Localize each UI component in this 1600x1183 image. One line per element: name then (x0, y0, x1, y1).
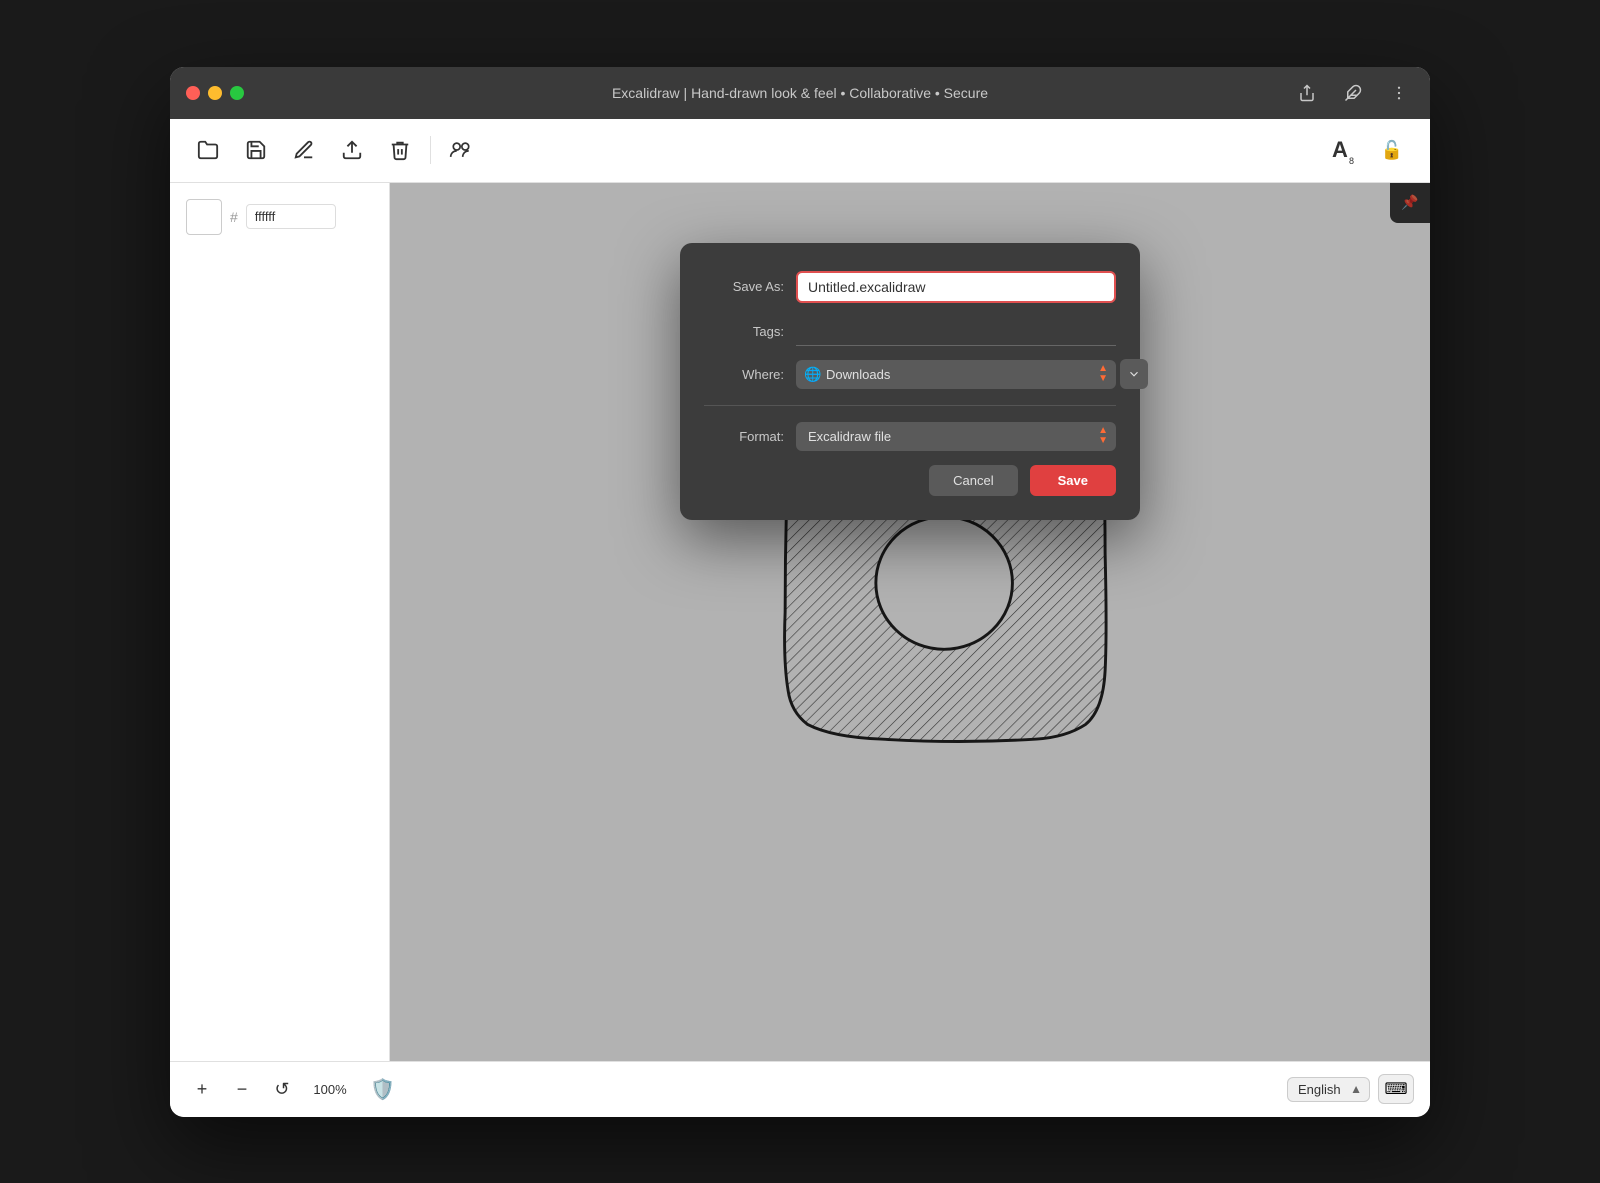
bottom-bar: + − ↺ 100% 🛡️ English ▲ ⌨ (170, 1061, 1430, 1117)
edit-button[interactable] (282, 128, 326, 172)
hash-label: # (230, 209, 238, 225)
cancel-button[interactable]: Cancel (929, 465, 1017, 496)
color-row: # ffffff (186, 199, 373, 235)
collaborate-button[interactable] (439, 128, 483, 172)
traffic-lights (186, 86, 244, 100)
reset-zoom-button[interactable]: ↺ (266, 1073, 298, 1105)
save-as-label: Save As: (704, 279, 784, 294)
more-options-icon[interactable] (1384, 78, 1414, 108)
delete-button[interactable] (378, 128, 422, 172)
keyboard-icon[interactable]: ⌨ (1378, 1074, 1414, 1104)
save-dialog-overlay: Save As: Tags: Where: 🌐 (390, 183, 1430, 1061)
toolbar-separator (430, 136, 431, 164)
text-tool-button[interactable]: A 8 (1318, 128, 1362, 172)
lock-button[interactable]: 🔓 (1370, 128, 1414, 172)
where-row: Where: 🌐 Downloads ▲ ▼ (704, 360, 1116, 389)
where-label: Where: (704, 367, 784, 382)
format-select[interactable]: Excalidraw file (796, 422, 1116, 451)
toolbar: A 8 🔓 (170, 119, 1430, 183)
color-swatch[interactable] (186, 199, 222, 235)
format-select-wrapper: Excalidraw file ▲ ▼ (796, 422, 1116, 451)
format-row: Format: Excalidraw file ▲ ▼ (704, 422, 1116, 451)
puzzle-icon[interactable] (1338, 78, 1368, 108)
title-bar: Excalidraw | Hand-drawn look & feel • Co… (170, 67, 1430, 119)
app-content: A 8 🔓 # ffffff 📌 (170, 119, 1430, 1117)
close-button[interactable] (186, 86, 200, 100)
shield-icon: 🛡️ (370, 1077, 395, 1102)
tags-input[interactable] (796, 317, 1116, 346)
zoom-out-button[interactable]: − (226, 1073, 258, 1105)
tags-label: Tags: (704, 324, 784, 339)
expand-button[interactable] (1120, 359, 1148, 389)
where-select-wrapper: 🌐 Downloads ▲ ▼ (796, 360, 1116, 389)
tags-row: Tags: (704, 317, 1116, 346)
maximize-button[interactable] (230, 86, 244, 100)
language-wrapper: English ▲ (1287, 1077, 1370, 1102)
color-input[interactable]: ffffff (246, 204, 336, 229)
export-button[interactable] (330, 128, 374, 172)
bottom-right: English ▲ ⌨ (1287, 1074, 1414, 1104)
left-panel: # ffffff (170, 183, 390, 1061)
save-dialog-button[interactable]: Save (1030, 465, 1116, 496)
save-as-input[interactable] (796, 271, 1116, 303)
share-icon[interactable] (1292, 78, 1322, 108)
canvas-area[interactable]: 📌 (390, 183, 1430, 1061)
language-select[interactable]: English (1287, 1077, 1370, 1102)
app-window: Excalidraw | Hand-drawn look & feel • Co… (170, 67, 1430, 1117)
dialog-buttons: Cancel Save (704, 465, 1116, 496)
zoom-controls: + − ↺ 100% 🛡️ (186, 1073, 395, 1105)
save-as-row: Save As: (704, 271, 1116, 303)
workspace: # ffffff 📌 (170, 183, 1430, 1061)
save-button[interactable] (234, 128, 278, 172)
format-label: Format: (704, 429, 784, 444)
dialog-divider (704, 405, 1116, 406)
zoom-level: 100% (306, 1082, 354, 1097)
zoom-in-button[interactable]: + (186, 1073, 218, 1105)
save-dialog: Save As: Tags: Where: 🌐 (680, 243, 1140, 520)
toolbar-right: A 8 🔓 (1318, 128, 1414, 172)
where-select[interactable]: Downloads (796, 360, 1116, 389)
minimize-button[interactable] (208, 86, 222, 100)
window-title: Excalidraw | Hand-drawn look & feel • Co… (612, 85, 988, 101)
title-bar-actions (1292, 78, 1414, 108)
open-folder-button[interactable] (186, 128, 230, 172)
